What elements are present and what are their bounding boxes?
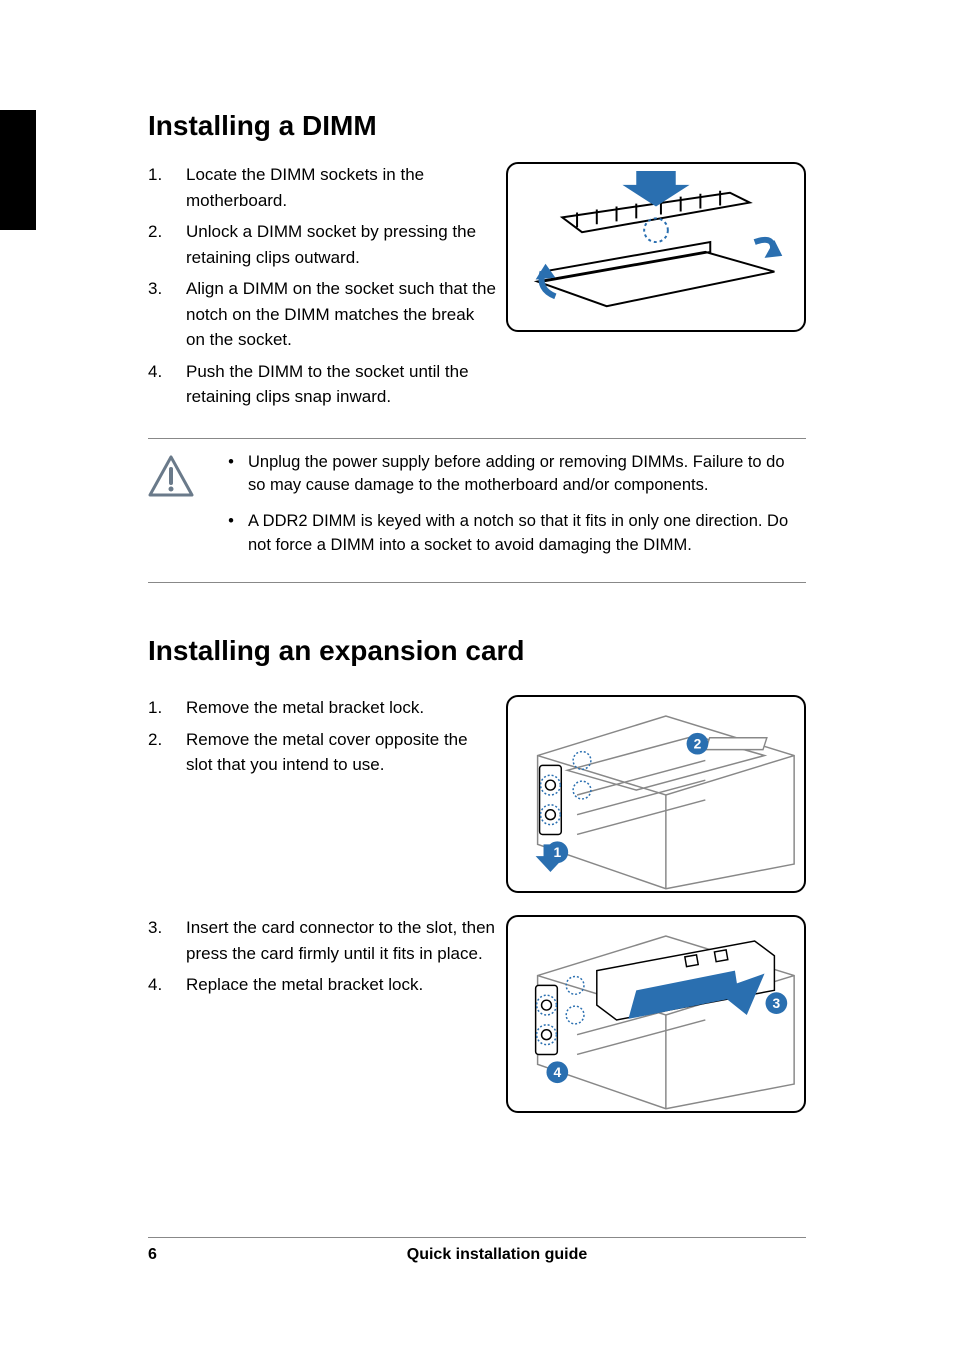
step-text: Replace the metal bracket lock.: [186, 972, 423, 998]
footer-title: Quick installation guide: [188, 1246, 806, 1264]
step-text: Align a DIMM on the socket such that the…: [186, 276, 496, 353]
list-item: 1.Locate the DIMM sockets in the motherb…: [148, 162, 496, 213]
step-number: 3.: [148, 276, 186, 353]
bullet-icon: •: [214, 451, 248, 499]
caution-note-box: •Unplug the power supply before adding o…: [148, 438, 806, 584]
heading-installing-dimm: Installing a DIMM: [148, 110, 806, 142]
step-number: 2.: [148, 727, 186, 778]
note-text: A DDR2 DIMM is keyed with a notch so tha…: [248, 510, 806, 558]
footer-divider: [148, 1237, 806, 1238]
step-text: Remove the metal cover opposite the slot…: [186, 727, 496, 778]
list-item: 2.Unlock a DIMM socket by pressing the r…: [148, 219, 496, 270]
step-number: 3.: [148, 915, 186, 966]
step-number: 2.: [148, 219, 186, 270]
expansion-figure-1: 1 2: [506, 695, 806, 893]
list-item: 4.Push the DIMM to the socket until the …: [148, 359, 496, 410]
list-item: 4.Replace the metal bracket lock.: [148, 972, 496, 998]
dimm-install-figure: [506, 162, 806, 332]
figure-label-1: 1: [553, 844, 561, 860]
expansion-steps-list-a: 1.Remove the metal bracket lock. 2.Remov…: [148, 695, 496, 778]
step-number: 4.: [148, 972, 186, 998]
list-item: 3.Insert the card connector to the slot,…: [148, 915, 496, 966]
step-number: 4.: [148, 359, 186, 410]
step-text: Locate the DIMM sockets in the motherboa…: [186, 162, 496, 213]
expansion-steps-list-b: 3.Insert the card connector to the slot,…: [148, 915, 496, 998]
note-item: •Unplug the power supply before adding o…: [214, 451, 806, 499]
step-number: 1.: [148, 162, 186, 213]
page-number: 6: [148, 1246, 188, 1264]
step-text: Unlock a DIMM socket by pressing the ret…: [186, 219, 496, 270]
figure-label-3: 3: [773, 995, 781, 1011]
step-text: Push the DIMM to the socket until the re…: [186, 359, 496, 410]
step-text: Remove the metal bracket lock.: [186, 695, 424, 721]
note-item: •A DDR2 DIMM is keyed with a notch so th…: [214, 510, 806, 558]
heading-installing-expansion: Installing an expansion card: [148, 635, 806, 667]
note-text: Unplug the power supply before adding or…: [248, 451, 806, 499]
figure-label-2: 2: [694, 736, 702, 752]
list-item: 1.Remove the metal bracket lock.: [148, 695, 496, 721]
step-text: Insert the card connector to the slot, t…: [186, 915, 496, 966]
figure-label-4: 4: [553, 1064, 561, 1080]
caution-icon: [148, 451, 194, 571]
expansion-figure-2: 3 4: [506, 915, 806, 1113]
step-number: 1.: [148, 695, 186, 721]
list-item: 2.Remove the metal cover opposite the sl…: [148, 727, 496, 778]
bullet-icon: •: [214, 510, 248, 558]
list-item: 3.Align a DIMM on the socket such that t…: [148, 276, 496, 353]
dimm-steps-list: 1.Locate the DIMM sockets in the motherb…: [148, 162, 496, 410]
